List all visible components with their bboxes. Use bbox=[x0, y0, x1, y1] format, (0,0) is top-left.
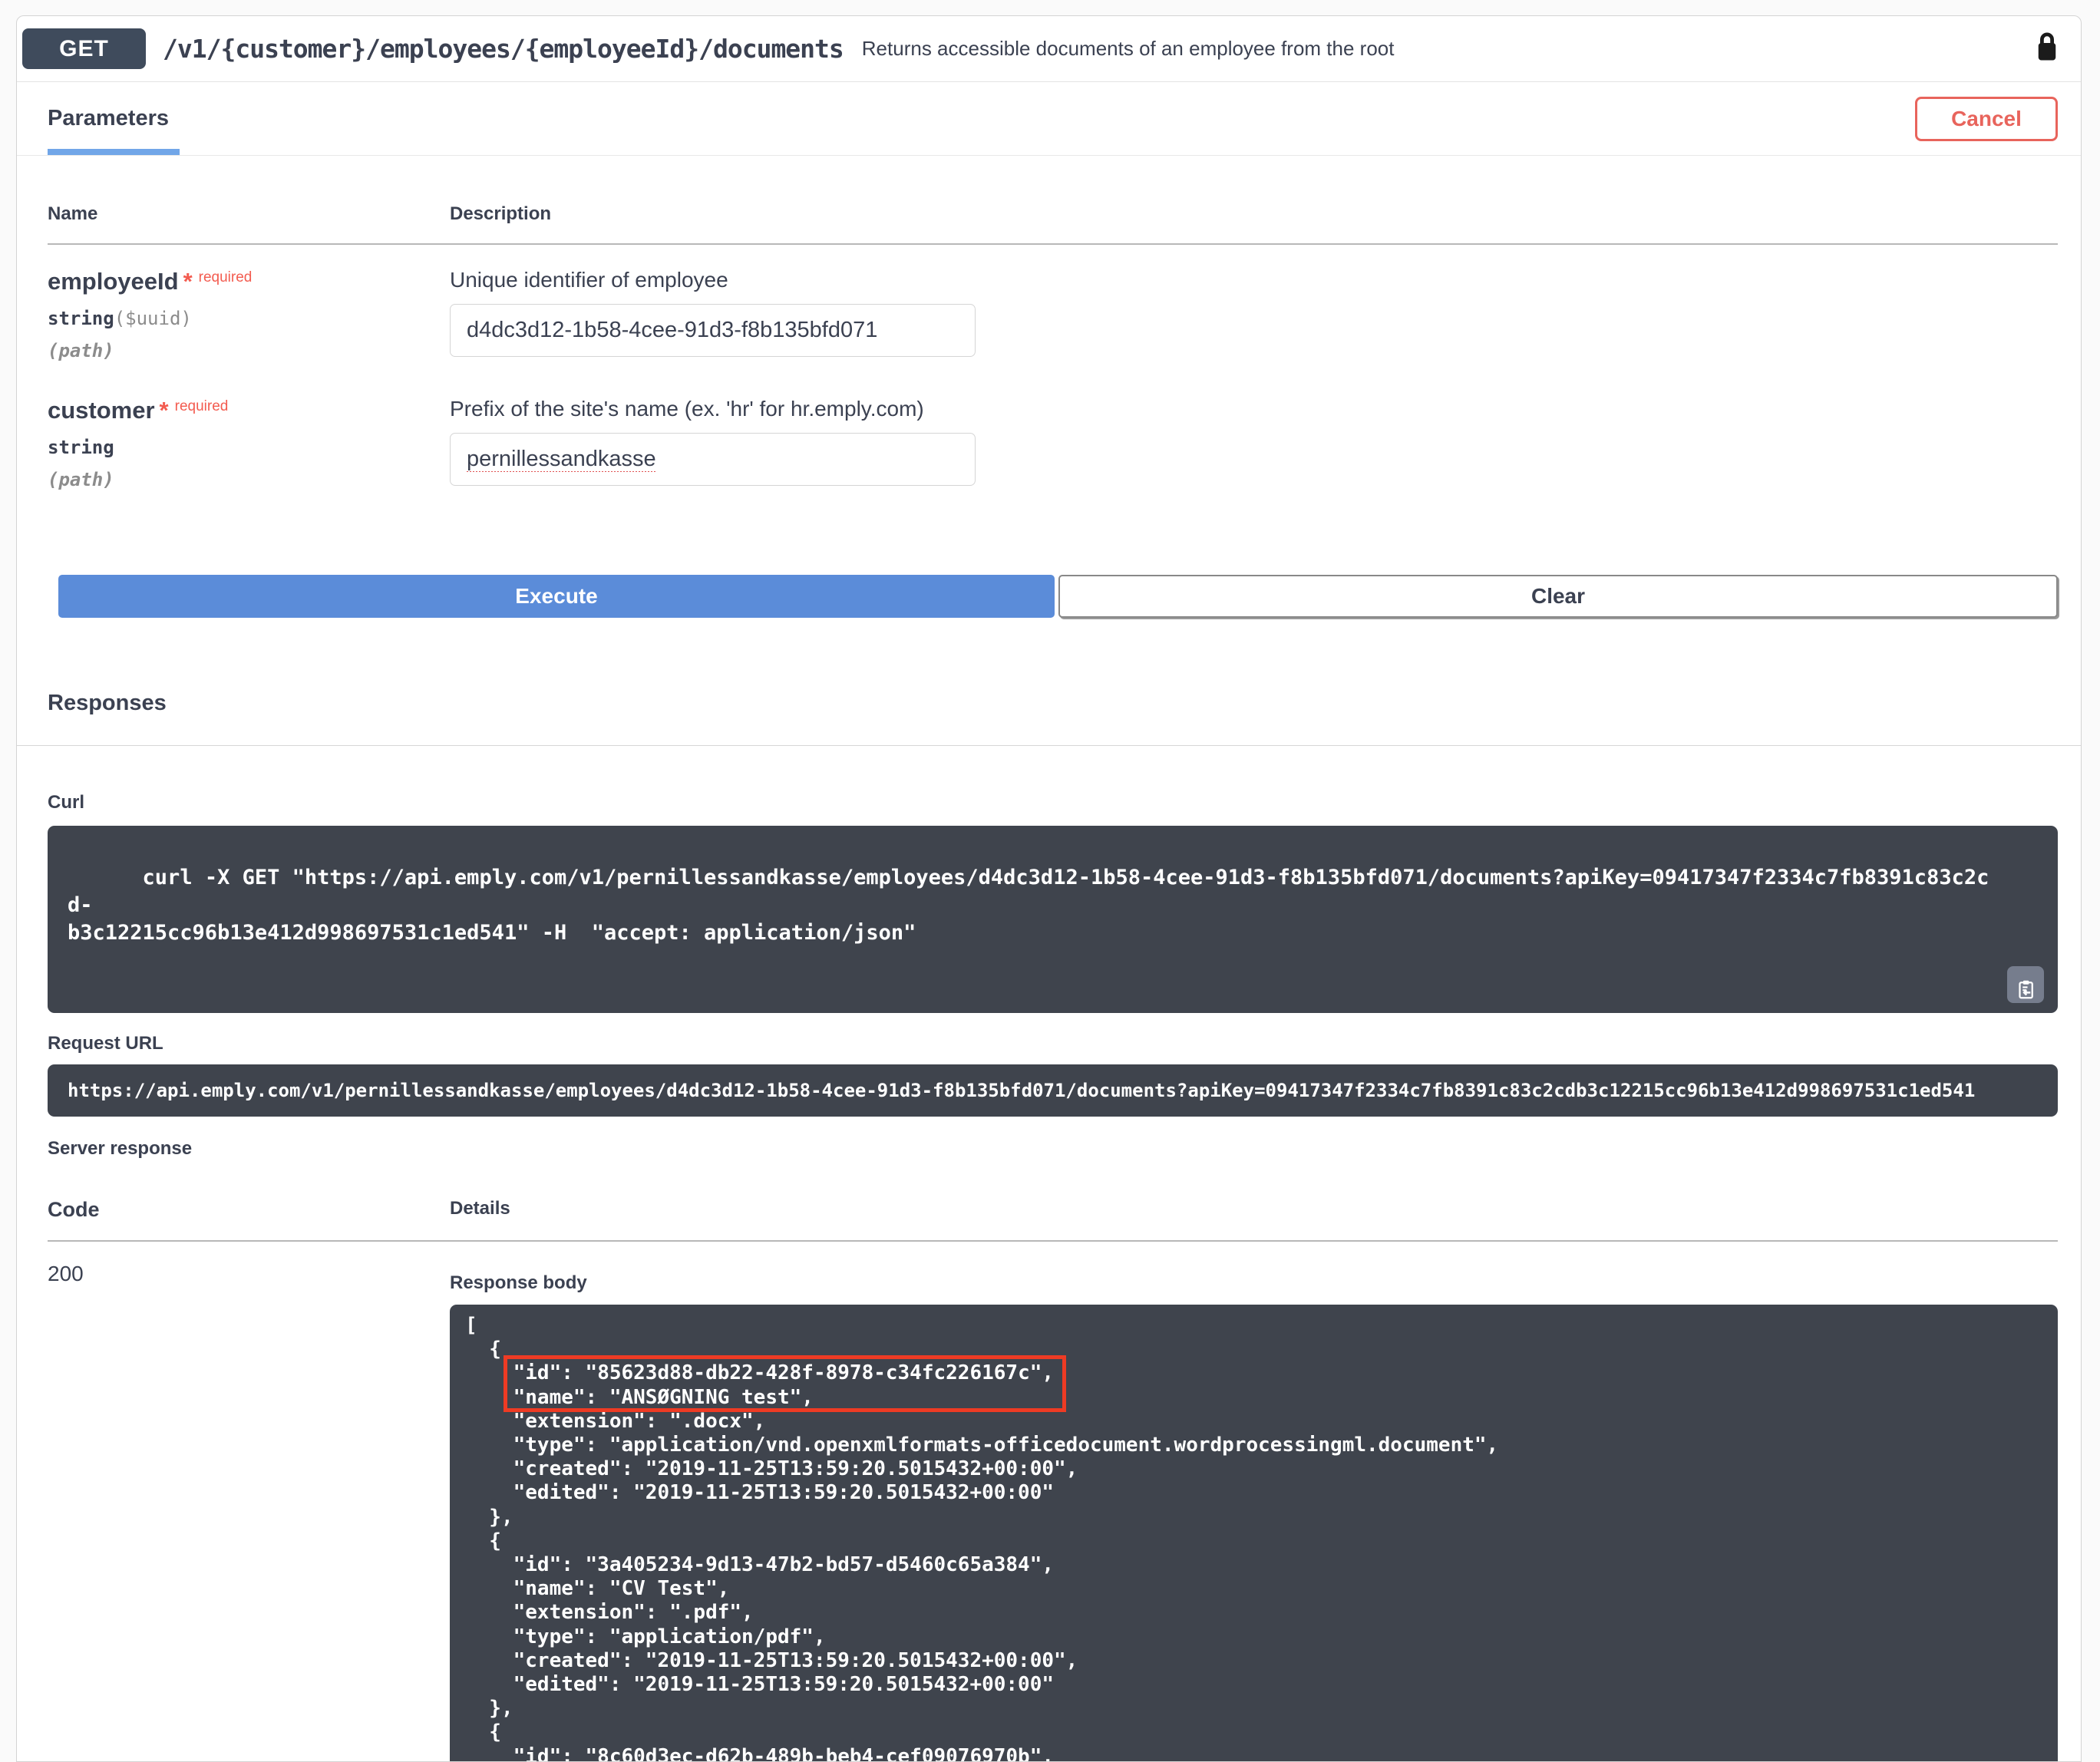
request-url-label: Request URL bbox=[48, 1033, 2058, 1054]
server-response-row: 200 Response body [ { "id": "85623d88-db… bbox=[48, 1262, 2058, 1762]
request-url-block: https://api.emply.com/v1/pernillessandka… bbox=[48, 1064, 2058, 1117]
divider bbox=[17, 745, 2081, 746]
tab-parameters[interactable]: Parameters bbox=[48, 82, 169, 155]
divider bbox=[48, 1240, 2058, 1242]
execute-row: Execute Clear bbox=[58, 575, 2058, 618]
parameter-location: (path) bbox=[48, 340, 450, 361]
clear-button[interactable]: Clear bbox=[1058, 575, 2058, 618]
response-body-label: Response body bbox=[450, 1272, 2058, 1294]
parameter-row-employeeid: employeeId* required string($uuid) (path)… bbox=[48, 268, 2058, 361]
cancel-button[interactable]: Cancel bbox=[1915, 97, 2058, 141]
employeeid-input[interactable] bbox=[450, 304, 976, 357]
request-url: https://api.emply.com/v1/pernillessandka… bbox=[68, 1080, 1975, 1101]
response-body-block: [ { "id": "85623d88-db22-428f-8978-c34fc… bbox=[450, 1305, 2058, 1762]
column-header-description: Description bbox=[450, 203, 2058, 225]
parameter-format: ($uuid) bbox=[114, 308, 192, 329]
curl-label: Curl bbox=[48, 792, 2058, 813]
response-body-json: [ { "id": "85623d88-db22-428f-8978-c34fc… bbox=[465, 1314, 2042, 1762]
column-header-details: Details bbox=[450, 1198, 2058, 1222]
try-it-out-header: Parameters Cancel bbox=[17, 82, 2081, 156]
parameter-description: Unique identifier of employee bbox=[450, 268, 2058, 292]
auth-lock-button[interactable] bbox=[2033, 28, 2061, 69]
column-header-name: Name bbox=[48, 203, 450, 225]
divider bbox=[48, 243, 2058, 245]
column-header-code: Code bbox=[48, 1198, 450, 1222]
parameter-description: Prefix of the site's name (ex. 'hr' for … bbox=[450, 397, 2058, 421]
http-method-badge: GET bbox=[22, 28, 146, 69]
parameter-type: string bbox=[48, 437, 114, 458]
required-star: * bbox=[160, 397, 169, 424]
parameter-row-customer: customer* required string (path) Prefix o… bbox=[48, 397, 2058, 490]
curl-command: curl -X GET "https://api.emply.com/v1/pe… bbox=[68, 866, 1989, 945]
endpoint-path: /v1/{customer}/employees/{employeeId}/do… bbox=[163, 34, 844, 64]
server-response-label: Server response bbox=[48, 1138, 2058, 1160]
parameter-name: employeeId bbox=[48, 268, 179, 295]
parameter-type: string bbox=[48, 308, 114, 329]
operation-summary[interactable]: GET /v1/{customer}/employees/{employeeId… bbox=[17, 16, 2081, 81]
lock-icon bbox=[2033, 28, 2061, 69]
clipboard-copy-icon bbox=[2007, 955, 2044, 1015]
required-label: required bbox=[175, 398, 229, 414]
parameter-location: (path) bbox=[48, 469, 450, 490]
execute-button[interactable]: Execute bbox=[58, 575, 1055, 618]
parameter-name: customer bbox=[48, 397, 155, 424]
copy-curl-button[interactable] bbox=[2007, 966, 2044, 1003]
curl-command-block: curl -X GET "https://api.emply.com/v1/pe… bbox=[48, 826, 2058, 1013]
operation-block: GET /v1/{customer}/employees/{employeeId… bbox=[16, 15, 2082, 1762]
responses-heading: Responses bbox=[48, 691, 2081, 716]
required-label: required bbox=[199, 269, 253, 285]
customer-input[interactable] bbox=[450, 433, 976, 486]
endpoint-summary: Returns accessible documents of an emplo… bbox=[862, 37, 1395, 61]
required-star: * bbox=[183, 268, 193, 295]
status-code: 200 bbox=[48, 1262, 450, 1762]
